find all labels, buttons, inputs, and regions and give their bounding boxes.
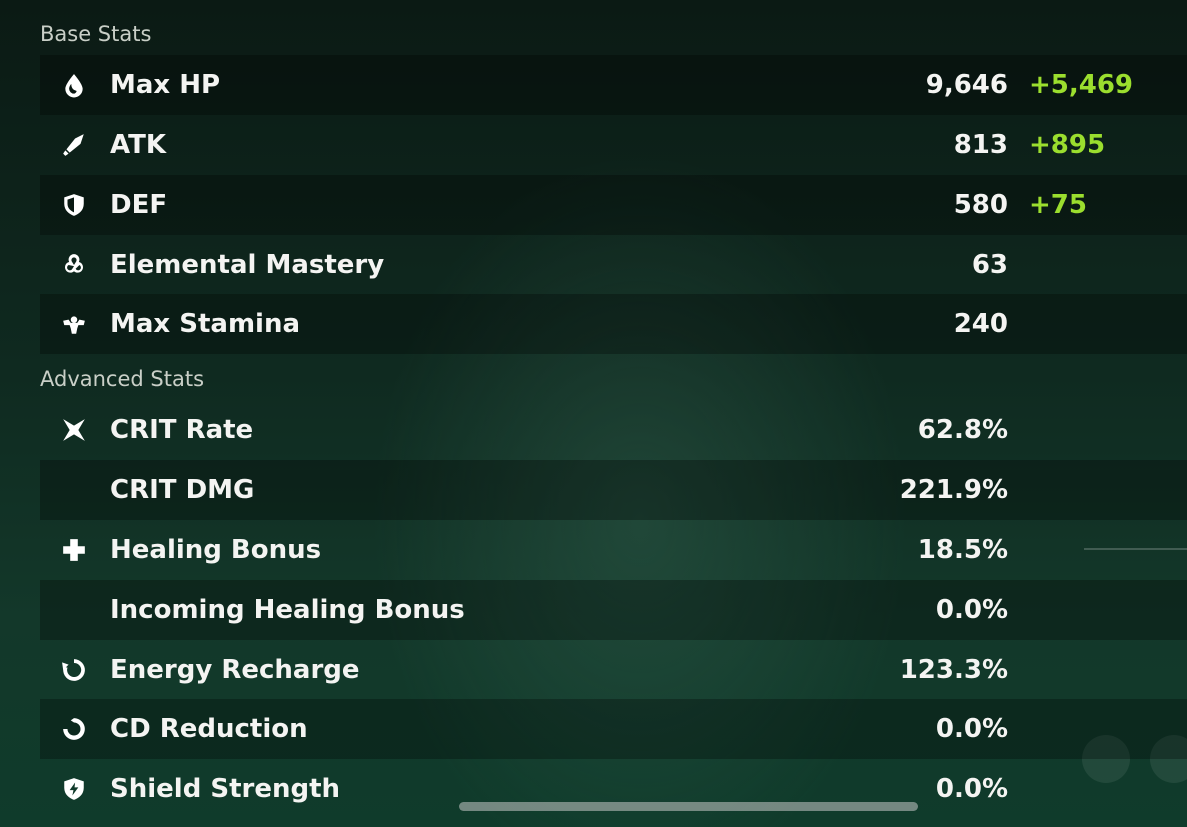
stat-value: 580 xyxy=(953,190,1008,220)
stat-label: Shield Strength xyxy=(110,774,341,804)
stat-bonus: +75 xyxy=(1029,190,1087,220)
stat-value: 63 xyxy=(971,250,1008,280)
stat-label: Max Stamina xyxy=(110,309,300,339)
stat-bonus: +5,469 xyxy=(1029,70,1134,100)
stat-label: Healing Bonus xyxy=(110,535,322,565)
stat-value: 62.8% xyxy=(917,415,1008,445)
stat-label: CRIT DMG xyxy=(110,475,255,505)
stat-value: 221.9% xyxy=(899,475,1008,505)
stat-label: CD Reduction xyxy=(110,714,308,744)
stat-label: DEF xyxy=(110,190,168,220)
stat-value: 813 xyxy=(953,130,1008,160)
stat-row-healing-bonus: Healing Bonus 18.5% xyxy=(40,520,1187,580)
healing-cross-icon xyxy=(61,537,87,563)
stat-row-max-hp: Max HP 9,646 +5,469 xyxy=(40,55,1187,115)
shield-strength-icon xyxy=(61,776,87,802)
stat-row-atk: ATK 813 +895 xyxy=(40,115,1187,175)
stat-row-max-stamina: Max Stamina 240 xyxy=(40,294,1187,354)
stat-label: Energy Recharge xyxy=(110,655,360,685)
stat-row-elemental-mastery: Elemental Mastery 63 xyxy=(40,235,1187,295)
crit-rate-icon xyxy=(61,417,87,443)
stat-value: 123.3% xyxy=(899,655,1008,685)
stat-label: ATK xyxy=(110,130,166,160)
energy-recharge-icon xyxy=(61,657,87,683)
stamina-icon xyxy=(61,311,87,337)
hp-drop-icon xyxy=(61,72,87,98)
stat-value: 9,646 xyxy=(925,70,1008,100)
stat-value: 0.0% xyxy=(935,774,1008,804)
stat-value: 18.5% xyxy=(917,535,1008,565)
stat-row-energy-recharge: Energy Recharge 123.3% xyxy=(40,640,1187,700)
stat-label: Incoming Healing Bonus xyxy=(110,595,465,625)
stat-row-crit-dmg: CRIT DMG 221.9% xyxy=(40,460,1187,520)
stat-row-incoming-healing-bonus: Incoming Healing Bonus 0.0% xyxy=(40,580,1187,640)
stat-row-crit-rate: CRIT Rate 62.8% xyxy=(40,400,1187,460)
stat-label: CRIT Rate xyxy=(110,415,254,445)
stat-value: 0.0% xyxy=(935,714,1008,744)
elemental-mastery-icon xyxy=(61,252,87,278)
stat-label: Elemental Mastery xyxy=(110,250,385,280)
base-stats-heading: Base Stats xyxy=(40,22,152,46)
shield-icon xyxy=(61,192,87,218)
stat-label: Max HP xyxy=(110,70,221,100)
scrollbar[interactable] xyxy=(459,802,918,811)
cd-reduction-icon xyxy=(61,716,87,742)
stat-value: 0.0% xyxy=(935,595,1008,625)
stat-row-cd-reduction: CD Reduction 0.0% xyxy=(40,699,1187,759)
stat-bonus: +895 xyxy=(1029,130,1106,160)
stat-value: 240 xyxy=(953,309,1008,339)
stat-row-def: DEF 580 +75 xyxy=(40,175,1187,235)
advanced-stats-heading: Advanced Stats xyxy=(40,367,205,391)
sword-icon xyxy=(61,132,87,158)
